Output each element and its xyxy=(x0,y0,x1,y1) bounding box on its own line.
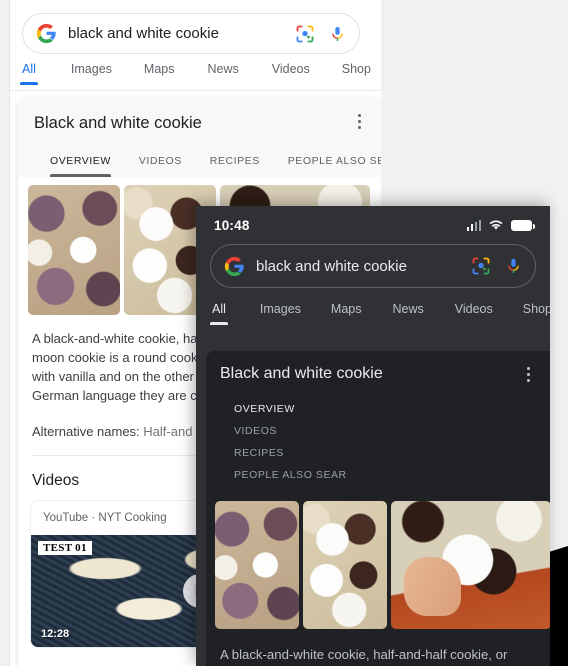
google-lens-icon[interactable] xyxy=(471,256,491,276)
knowledge-panel-tabs-dark[interactable]: OVERVIEW VIDEOS RECIPES PEOPLE ALSO SEAR xyxy=(220,403,536,491)
kp-tab-overview[interactable]: OVERVIEW xyxy=(234,403,522,425)
nav-tab-maps[interactable]: Maps xyxy=(331,302,362,325)
kp-fact-value[interactable]: Half-and xyxy=(143,424,192,439)
nav-tab-videos[interactable]: Videos xyxy=(455,302,493,325)
nav-tab-news[interactable]: News xyxy=(392,302,423,325)
kp-description: A black-and-white cookie, half-and-half … xyxy=(220,645,536,666)
search-nav-tabs-dark[interactable]: All Images Maps News Videos Shop xyxy=(210,302,550,330)
cellular-signal-icon xyxy=(466,219,481,231)
kp-tab-videos[interactable]: VIDEOS xyxy=(234,425,522,447)
kebab-menu-icon[interactable] xyxy=(351,114,367,132)
knowledge-panel-body-dark: A black-and-white cookie, half-and-half … xyxy=(206,629,550,666)
kp-tab-overview[interactable]: OVERVIEW xyxy=(50,155,111,177)
knowledge-panel-image-strip-dark[interactable] xyxy=(206,491,550,629)
search-bar-dark[interactable]: black and white cookie xyxy=(210,244,536,288)
kp-image-thumbnail[interactable] xyxy=(28,185,120,315)
nav-divider xyxy=(10,90,381,91)
kp-tab-people-also-search[interactable]: PEOPLE ALSO SEAR xyxy=(288,155,381,177)
knowledge-panel-header-light: Black and white cookie OVERVIEW VIDEOS R… xyxy=(18,98,381,177)
google-g-icon xyxy=(224,256,244,276)
kebab-menu-icon[interactable] xyxy=(520,367,536,385)
microphone-icon[interactable] xyxy=(329,23,346,45)
video-duration: 12:28 xyxy=(41,628,70,640)
search-query-text[interactable]: black and white cookie xyxy=(256,258,471,275)
knowledge-panel-title: Black and white cookie xyxy=(220,365,383,382)
status-bar: 10:48 xyxy=(196,206,550,244)
kp-fact-label: Alternative names: xyxy=(32,424,140,439)
search-nav-tabs-light[interactable]: All Images Maps News Videos Shop xyxy=(20,62,381,90)
kp-tab-recipes[interactable]: RECIPES xyxy=(210,155,260,177)
nav-tab-all[interactable]: All xyxy=(20,62,38,85)
wifi-icon xyxy=(489,220,503,230)
battery-full-icon xyxy=(511,219,535,231)
google-lens-icon[interactable] xyxy=(295,24,315,44)
knowledge-panel-header-dark: Black and white cookie OVERVIEW VIDEOS R… xyxy=(206,351,550,491)
kp-description-text: A black-and-white cookie, half-and-half … xyxy=(220,647,508,662)
nav-tab-maps[interactable]: Maps xyxy=(144,62,175,85)
screen-left-edge xyxy=(0,0,10,666)
status-bar-clock: 10:48 xyxy=(214,217,250,233)
kp-tab-people-also-search[interactable]: PEOPLE ALSO SEAR xyxy=(234,469,522,491)
status-bar-icons xyxy=(466,219,535,231)
knowledge-panel-title: Black and white cookie xyxy=(34,114,202,132)
kp-image-thumbnail[interactable] xyxy=(215,501,299,629)
google-g-icon xyxy=(36,23,56,44)
kp-image-thumbnail[interactable] xyxy=(391,501,550,629)
nav-tab-all[interactable]: All xyxy=(210,302,228,325)
kp-tab-recipes[interactable]: RECIPES xyxy=(234,447,522,469)
knowledge-panel-tabs-light[interactable]: OVERVIEW VIDEOS RECIPES PEOPLE ALSO SEAR xyxy=(34,155,381,177)
search-query-text[interactable]: black and white cookie xyxy=(68,25,295,42)
search-bar-light[interactable]: black and white cookie xyxy=(22,13,360,54)
dark-search-screen: 10:48 black and white cookie All Images … xyxy=(196,206,550,666)
kp-tab-videos[interactable]: VIDEOS xyxy=(139,155,182,177)
microphone-icon[interactable] xyxy=(505,255,522,277)
nav-tab-shop[interactable]: Shop xyxy=(342,62,371,85)
test-badge: TEST 01 xyxy=(38,541,92,555)
nav-tab-videos[interactable]: Videos xyxy=(272,62,310,85)
nav-tab-news[interactable]: News xyxy=(207,62,238,85)
nav-tab-images[interactable]: Images xyxy=(71,62,112,85)
knowledge-panel-dark: Black and white cookie OVERVIEW VIDEOS R… xyxy=(206,351,550,666)
kp-image-thumbnail[interactable] xyxy=(303,501,387,629)
nav-tab-shop[interactable]: Shop xyxy=(523,302,550,325)
nav-tab-images[interactable]: Images xyxy=(260,302,301,325)
